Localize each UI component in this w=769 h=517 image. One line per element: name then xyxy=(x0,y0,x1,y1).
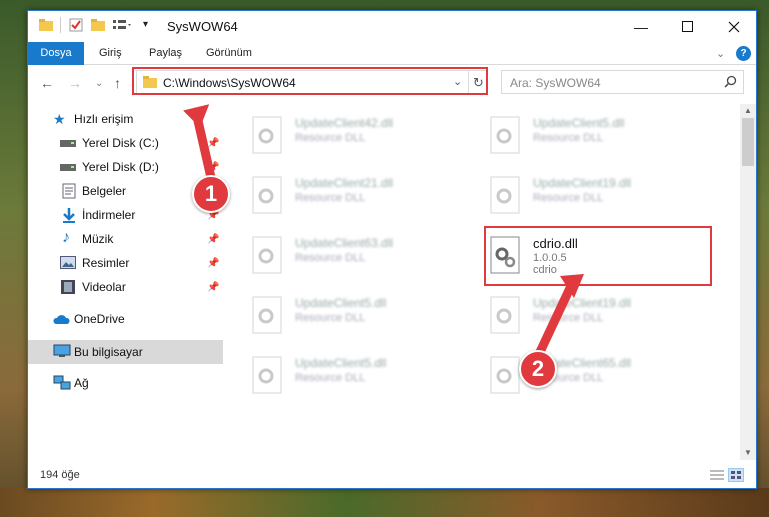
annotation-arrows xyxy=(183,104,584,357)
step-badge-2: 2 xyxy=(519,350,557,388)
step-badge-1: 1 xyxy=(192,175,230,213)
arrow-1-head xyxy=(183,104,210,128)
arrow-2 xyxy=(535,283,575,357)
